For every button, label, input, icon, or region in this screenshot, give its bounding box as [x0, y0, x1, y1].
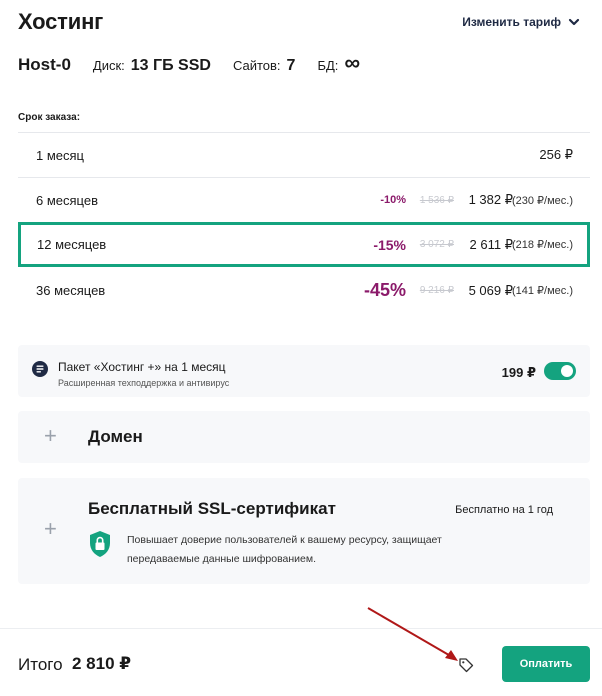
- db-label: БД:: [317, 58, 339, 73]
- period-option-1-month[interactable]: 1 месяц 256 ₽: [18, 132, 590, 177]
- chevron-down-icon: [568, 18, 580, 26]
- footer-divider: [0, 628, 602, 629]
- plus-icon: +: [44, 516, 57, 541]
- ssl-description: Повышает доверие пользователей к вашему …: [127, 534, 442, 565]
- monthly-price: (230 ₽/мес.): [511, 194, 573, 207]
- add-ssl-certificate[interactable]: + Бесплатный SSL-сертификат Бесплатно на…: [18, 478, 590, 584]
- db-value: ∞: [344, 50, 361, 75]
- monthly-price: (141 ₽/мес.): [511, 285, 573, 297]
- annotation-arrow: [367, 607, 458, 661]
- change-plan-button[interactable]: Изменить тариф: [462, 15, 580, 29]
- discount-badge: -10%: [380, 194, 406, 206]
- old-price: 3 072 ₽: [419, 239, 454, 250]
- sites-value: 7: [286, 57, 296, 74]
- period-price: 5 069 ₽: [468, 282, 513, 298]
- period-option-12-months[interactable]: 12 месяцев -15% 3 072 ₽ 2 611 ₽ (218 ₽/м…: [18, 222, 590, 267]
- period-name: 12 месяцев: [37, 237, 107, 252]
- discount-badge: -15%: [373, 236, 406, 253]
- addon-toggle[interactable]: [544, 362, 576, 380]
- addon-subtitle: Расширенная техподдержка и антивирус: [58, 378, 230, 388]
- total-value: 2 810 ₽: [72, 654, 132, 673]
- addon-title: Пакет «Хостинг +» на 1 месяц: [58, 360, 226, 374]
- ssl-title: Бесплатный SSL-сертификат: [88, 499, 336, 518]
- period-price: 2 611 ₽: [469, 236, 513, 252]
- support-icon: [32, 361, 48, 377]
- header: Хостинг Изменить тариф: [18, 9, 580, 39]
- total-label: Итого: [18, 655, 63, 674]
- period-name: 6 месяцев: [36, 192, 98, 208]
- period-price: 1 382 ₽: [468, 192, 513, 207]
- add-domain[interactable]: + Домен: [18, 411, 590, 463]
- domain-title: Домен: [88, 427, 143, 446]
- period-name: 1 месяц: [36, 147, 84, 163]
- old-price: 1 536 ₽: [419, 194, 454, 206]
- plus-icon: +: [44, 423, 57, 448]
- old-price: 9 216 ₽: [419, 285, 454, 296]
- period-label: Срок заказа:: [18, 112, 81, 123]
- monthly-price: (218 ₽/мес.): [511, 239, 573, 251]
- period-price: 256 ₽: [539, 147, 573, 162]
- disk-value: 13 ГБ SSD: [130, 57, 211, 74]
- discount-badge: -45%: [363, 280, 406, 300]
- plan-summary: Host-0 Диск: 13 ГБ SSD Сайтов: 7 БД: ∞: [18, 50, 361, 75]
- period-option-36-months[interactable]: 36 месяцев -45% 9 216 ₽ 5 069 ₽ (141 ₽/м…: [18, 267, 590, 314]
- sites-label: Сайтов:: [232, 58, 281, 73]
- pay-button[interactable]: Оплатить: [502, 646, 590, 682]
- period-option-6-months[interactable]: 6 месяцев -10% 1 536 ₽ 1 382 ₽ (230 ₽/ме…: [18, 177, 590, 222]
- plan-name: Host-0: [18, 55, 71, 74]
- period-name: 36 месяцев: [36, 283, 106, 298]
- addon-price: 199 ₽: [501, 365, 536, 380]
- lock-shield-icon: [90, 531, 110, 557]
- tag-icon[interactable]: [458, 657, 474, 673]
- period-options: 1 месяц 256 ₽ 6 месяцев -10% 1 536 ₽ 1 3…: [18, 132, 590, 314]
- hosting-plus-addon: Пакет «Хостинг +» на 1 месяц Расширенная…: [18, 345, 590, 397]
- change-plan-label: Изменить тариф: [462, 15, 561, 29]
- ssl-free-badge: Бесплатно на 1 год: [455, 504, 553, 516]
- disk-label: Диск:: [92, 58, 125, 73]
